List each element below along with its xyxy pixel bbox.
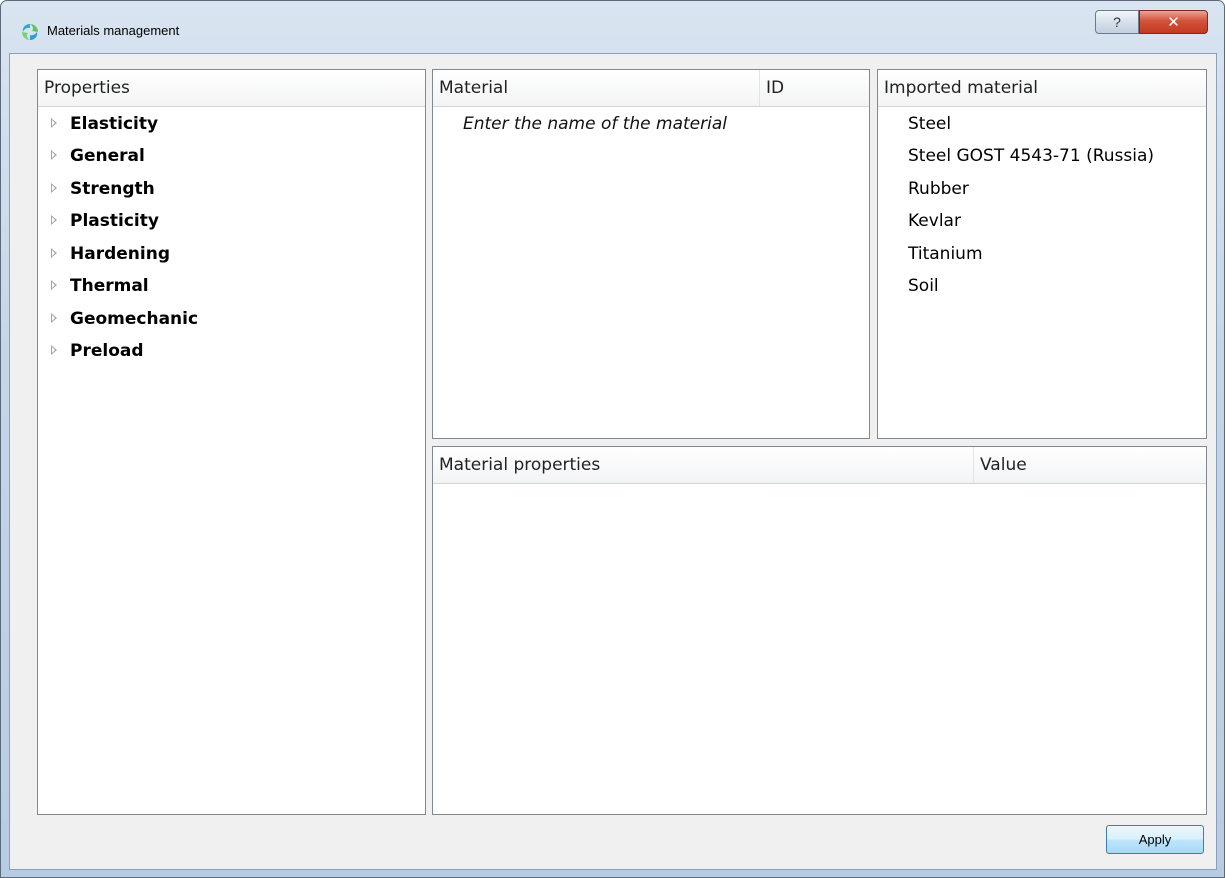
properties-header-label: Properties xyxy=(44,78,130,98)
list-item-titanium[interactable]: Titanium xyxy=(908,238,983,270)
expand-arrow-icon[interactable] xyxy=(51,215,57,225)
material-name-input[interactable]: Enter the name of the material xyxy=(463,108,727,140)
material-properties-column-header[interactable]: Material properties xyxy=(433,447,973,483)
close-icon: ✕ xyxy=(1167,13,1180,31)
tree-item-geomechanic[interactable]: Geomechanic xyxy=(38,303,198,335)
tree-item-label: Elasticity xyxy=(70,114,159,134)
material-table[interactable]: Material ID Enter the name of the materi… xyxy=(432,69,870,439)
material-properties-table[interactable]: Material properties Value xyxy=(432,446,1207,815)
dialog-client-area: Properties Elasticity General Strength P… xyxy=(9,53,1217,870)
tree-item-strength[interactable]: Strength xyxy=(38,173,155,205)
tree-item-plasticity[interactable]: Plasticity xyxy=(38,205,159,237)
material-properties-header: Material properties Value xyxy=(433,447,1206,484)
value-column-header[interactable]: Value xyxy=(974,447,1027,483)
tree-item-general[interactable]: General xyxy=(38,140,145,172)
tree-item-hardening[interactable]: Hardening xyxy=(38,238,170,270)
id-column-header[interactable]: ID xyxy=(760,70,784,106)
list-item-steel-gost[interactable]: Steel GOST 4543-71 (Russia) xyxy=(908,140,1154,172)
list-item-kevlar[interactable]: Kevlar xyxy=(908,205,961,237)
material-column-header[interactable]: Material xyxy=(433,70,759,106)
title-bar[interactable]: Materials management ? ✕ xyxy=(1,1,1224,45)
tree-item-label: Preload xyxy=(70,341,144,361)
tree-item-preload[interactable]: Preload xyxy=(38,335,144,367)
tree-item-label: Strength xyxy=(70,179,155,199)
help-icon: ? xyxy=(1113,14,1121,30)
list-item-rubber[interactable]: Rubber xyxy=(908,173,969,205)
expand-arrow-icon[interactable] xyxy=(51,118,57,128)
help-button[interactable]: ? xyxy=(1095,10,1139,34)
tree-item-label: Thermal xyxy=(70,276,149,296)
imported-material-header-label[interactable]: Imported material xyxy=(878,70,1038,106)
imported-material-list[interactable]: Imported material Steel Steel GOST 4543-… xyxy=(877,69,1207,439)
materials-app-icon xyxy=(20,22,40,42)
expand-arrow-icon[interactable] xyxy=(51,150,57,160)
properties-tree[interactable]: Properties Elasticity General Strength P… xyxy=(37,69,426,815)
close-button[interactable]: ✕ xyxy=(1139,10,1208,34)
expand-arrow-icon[interactable] xyxy=(51,345,57,355)
tree-item-label: General xyxy=(70,146,145,166)
tree-item-elasticity[interactable]: Elasticity xyxy=(38,108,158,140)
tree-item-label: Geomechanic xyxy=(70,309,199,329)
expand-arrow-icon[interactable] xyxy=(51,183,57,193)
apply-button[interactable]: Apply xyxy=(1106,825,1204,854)
expand-arrow-icon[interactable] xyxy=(51,313,57,323)
properties-header[interactable]: Properties xyxy=(38,70,425,107)
tree-item-label: Plasticity xyxy=(70,211,159,231)
expand-arrow-icon[interactable] xyxy=(51,280,57,290)
imported-material-header: Imported material xyxy=(878,70,1206,107)
expand-arrow-icon[interactable] xyxy=(51,248,57,258)
material-table-header: Material ID xyxy=(433,70,869,107)
list-item-steel[interactable]: Steel xyxy=(908,108,951,140)
window-title: Materials management xyxy=(47,23,180,38)
tree-item-label: Hardening xyxy=(70,244,170,264)
tree-item-thermal[interactable]: Thermal xyxy=(38,270,149,302)
materials-management-window: Materials management ? ✕ Properties Elas… xyxy=(0,0,1225,878)
list-item-soil[interactable]: Soil xyxy=(908,270,939,302)
